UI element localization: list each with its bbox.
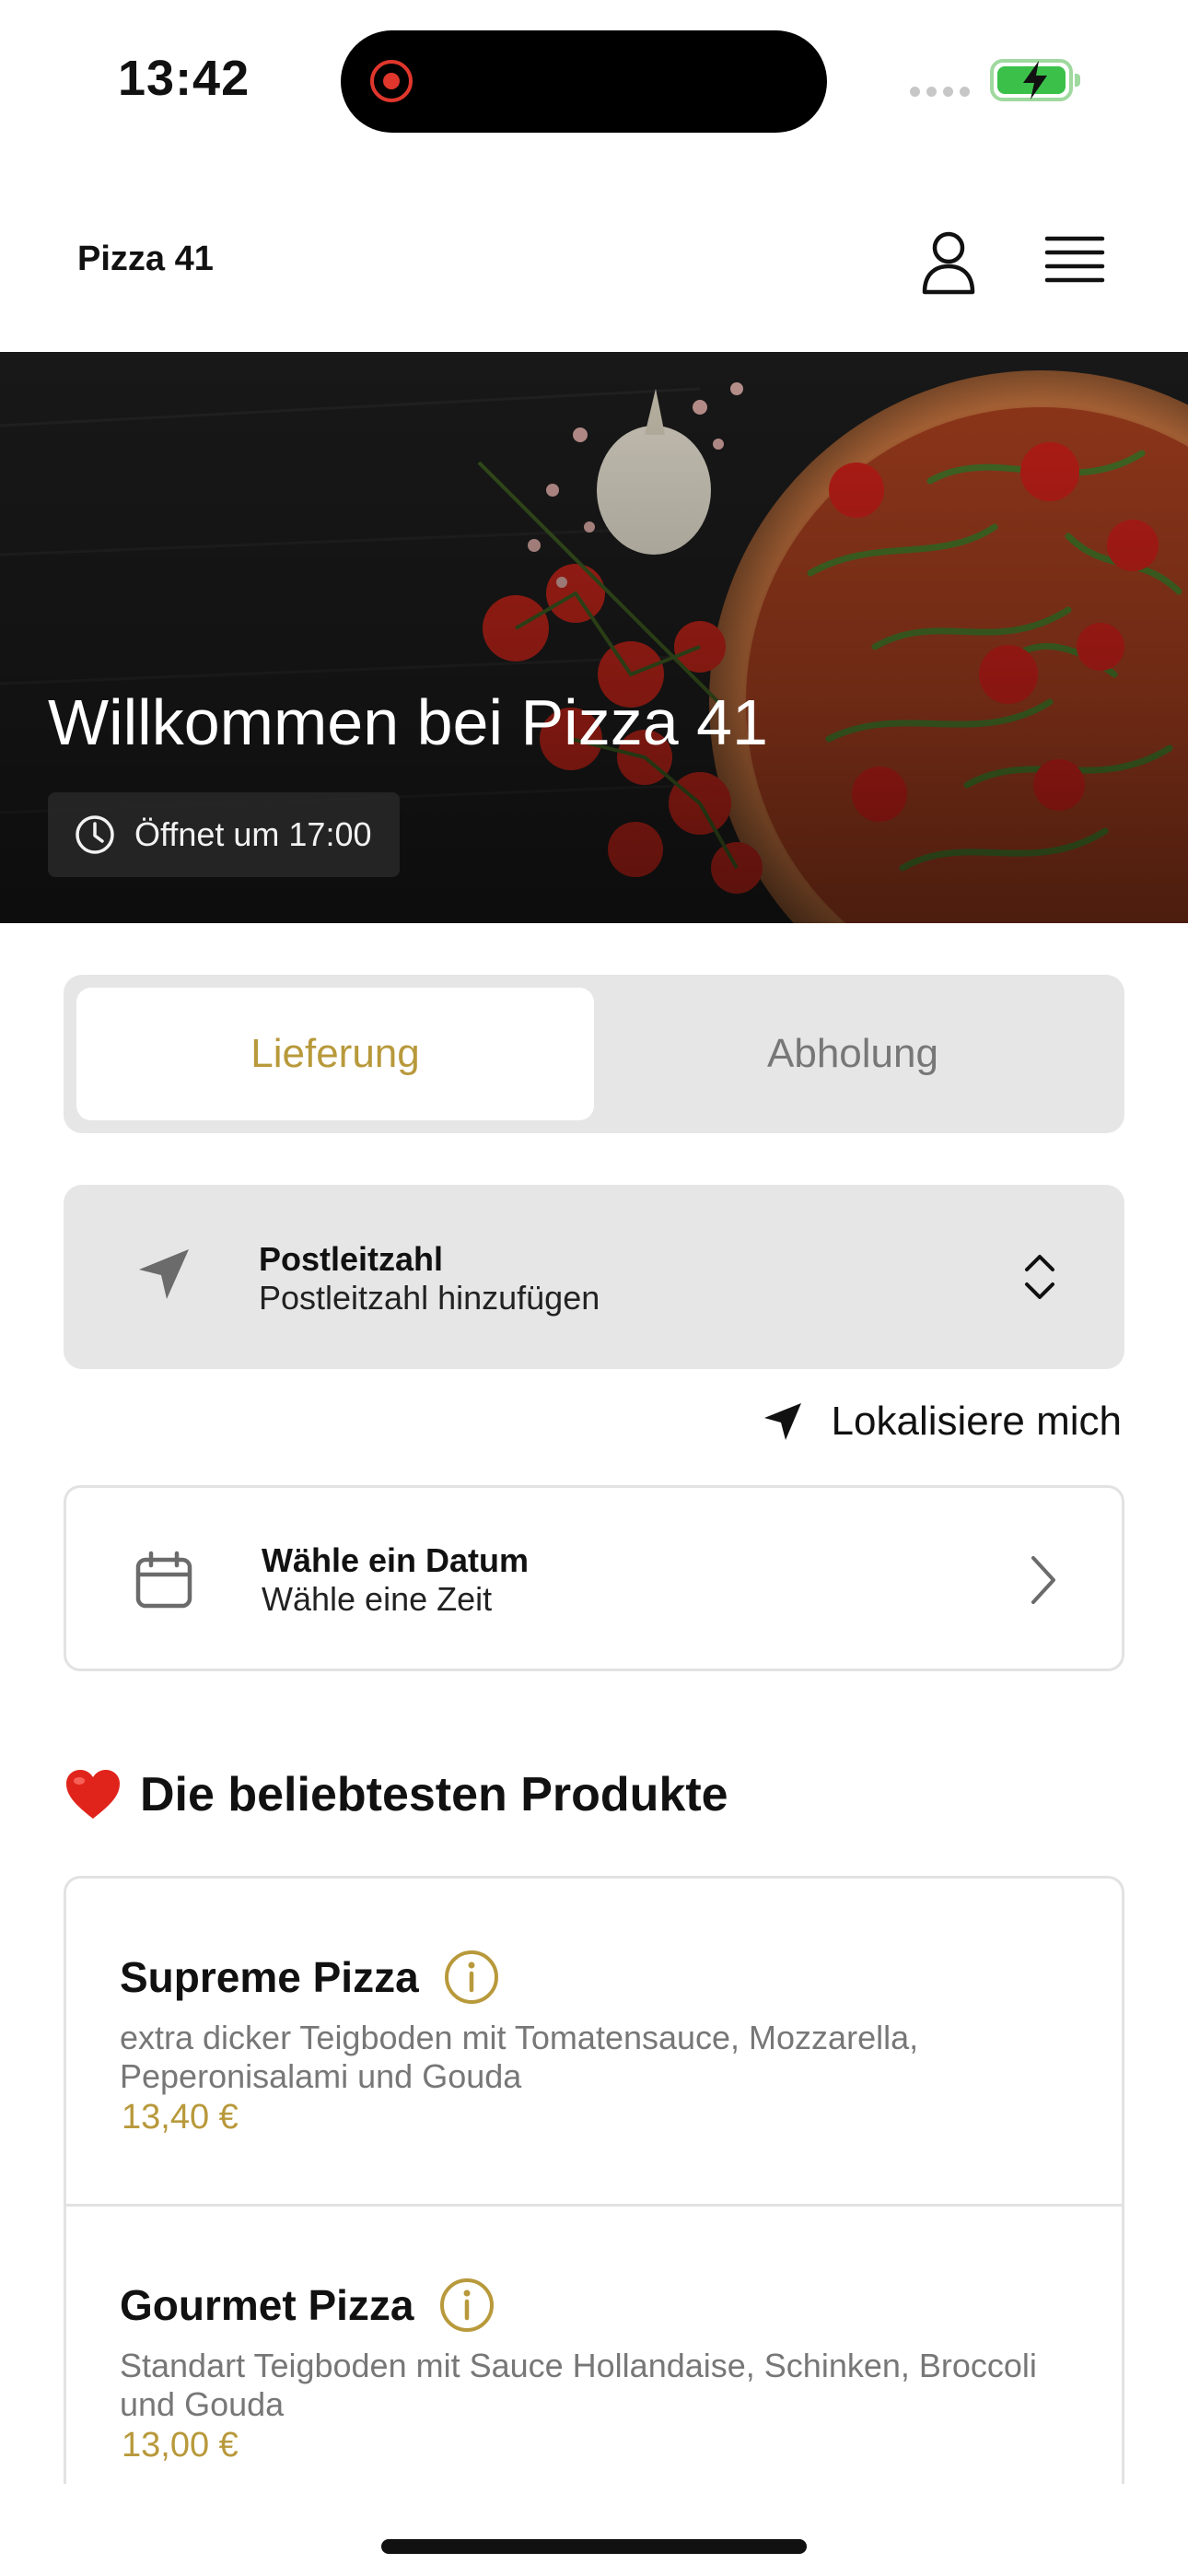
brand-name[interactable]: Pizza 41 <box>77 240 214 279</box>
opening-hours-text: Öffnet um 17:00 <box>134 815 372 853</box>
tab-pickup[interactable]: Abholung <box>594 988 1112 1120</box>
up-down-chevron-icon <box>1025 1255 1054 1299</box>
tab-delivery[interactable]: Lieferung <box>76 988 594 1120</box>
product-price: 13,00 € <box>122 2426 239 2465</box>
product-description: Standart Teigboden mit Sauce Hollandaise… <box>120 2347 1037 2423</box>
opening-hours-badge: Öffnet um 17:00 <box>48 792 400 877</box>
product-price: 13,40 € <box>122 2098 239 2137</box>
product-name: Supreme Pizza <box>120 1953 419 2001</box>
location-arrow-icon <box>139 1249 189 1299</box>
info-icon[interactable] <box>443 1949 500 2006</box>
date-label: Wähle ein Datum <box>262 1541 530 1579</box>
user-icon <box>922 231 975 295</box>
cellular-signal-icon <box>910 87 970 97</box>
hero-banner: Willkommen bei Pizza 41 Öffnet um 17:00 <box>0 352 1188 923</box>
info-icon[interactable] <box>438 2277 495 2334</box>
postal-code-label: Postleitzahl <box>259 1240 444 1278</box>
dynamic-island <box>341 30 827 133</box>
status-bar: 13:42 <box>0 0 1188 166</box>
popular-products-heading: Die beliebtesten Produkte <box>64 1767 728 1822</box>
home-indicator[interactable] <box>381 2539 807 2554</box>
battery-charging-icon <box>990 59 1080 101</box>
order-mode-toggle: Lieferung Abholung <box>64 975 1124 1133</box>
calendar-icon <box>135 1551 192 1609</box>
status-time: 13:42 <box>118 51 250 106</box>
product-description: extra dicker Teigboden mit Tomatensauce,… <box>120 2019 919 2095</box>
locate-me-button[interactable]: Lokalisiere mich <box>762 1399 1122 1445</box>
chevron-right-icon <box>1031 1556 1055 1604</box>
location-arrow-icon <box>763 1403 801 1440</box>
product-card[interactable]: Gourmet Pizza Standart Teigboden mit Sau… <box>66 2207 1122 2484</box>
date-time-selector[interactable]: Wähle ein Datum Wähle eine Zeit <box>64 1485 1124 1671</box>
recording-indicator-icon <box>370 60 413 102</box>
heart-icon <box>66 1770 120 1819</box>
clock-icon <box>76 815 114 854</box>
menu-button[interactable] <box>1033 221 1116 304</box>
product-list: Supreme Pizza extra dicker Teigboden mit… <box>64 1876 1124 2484</box>
time-label: Wähle eine Zeit <box>262 1580 493 1618</box>
product-name: Gourmet Pizza <box>120 2281 414 2329</box>
welcome-title: Willkommen bei Pizza 41 <box>48 686 768 758</box>
postal-code-selector[interactable]: Postleitzahl Postleitzahl hinzufügen <box>64 1185 1124 1369</box>
app-header: Pizza 41 <box>0 166 1188 352</box>
postal-code-placeholder: Postleitzahl hinzufügen <box>259 1279 600 1317</box>
locate-me-label: Lokalisiere mich <box>831 1399 1122 1444</box>
menu-icon <box>1044 236 1105 283</box>
account-button[interactable] <box>907 221 990 304</box>
product-card[interactable]: Supreme Pizza extra dicker Teigboden mit… <box>66 1879 1122 2207</box>
popular-products-title: Die beliebtesten Produkte <box>140 1768 728 1821</box>
